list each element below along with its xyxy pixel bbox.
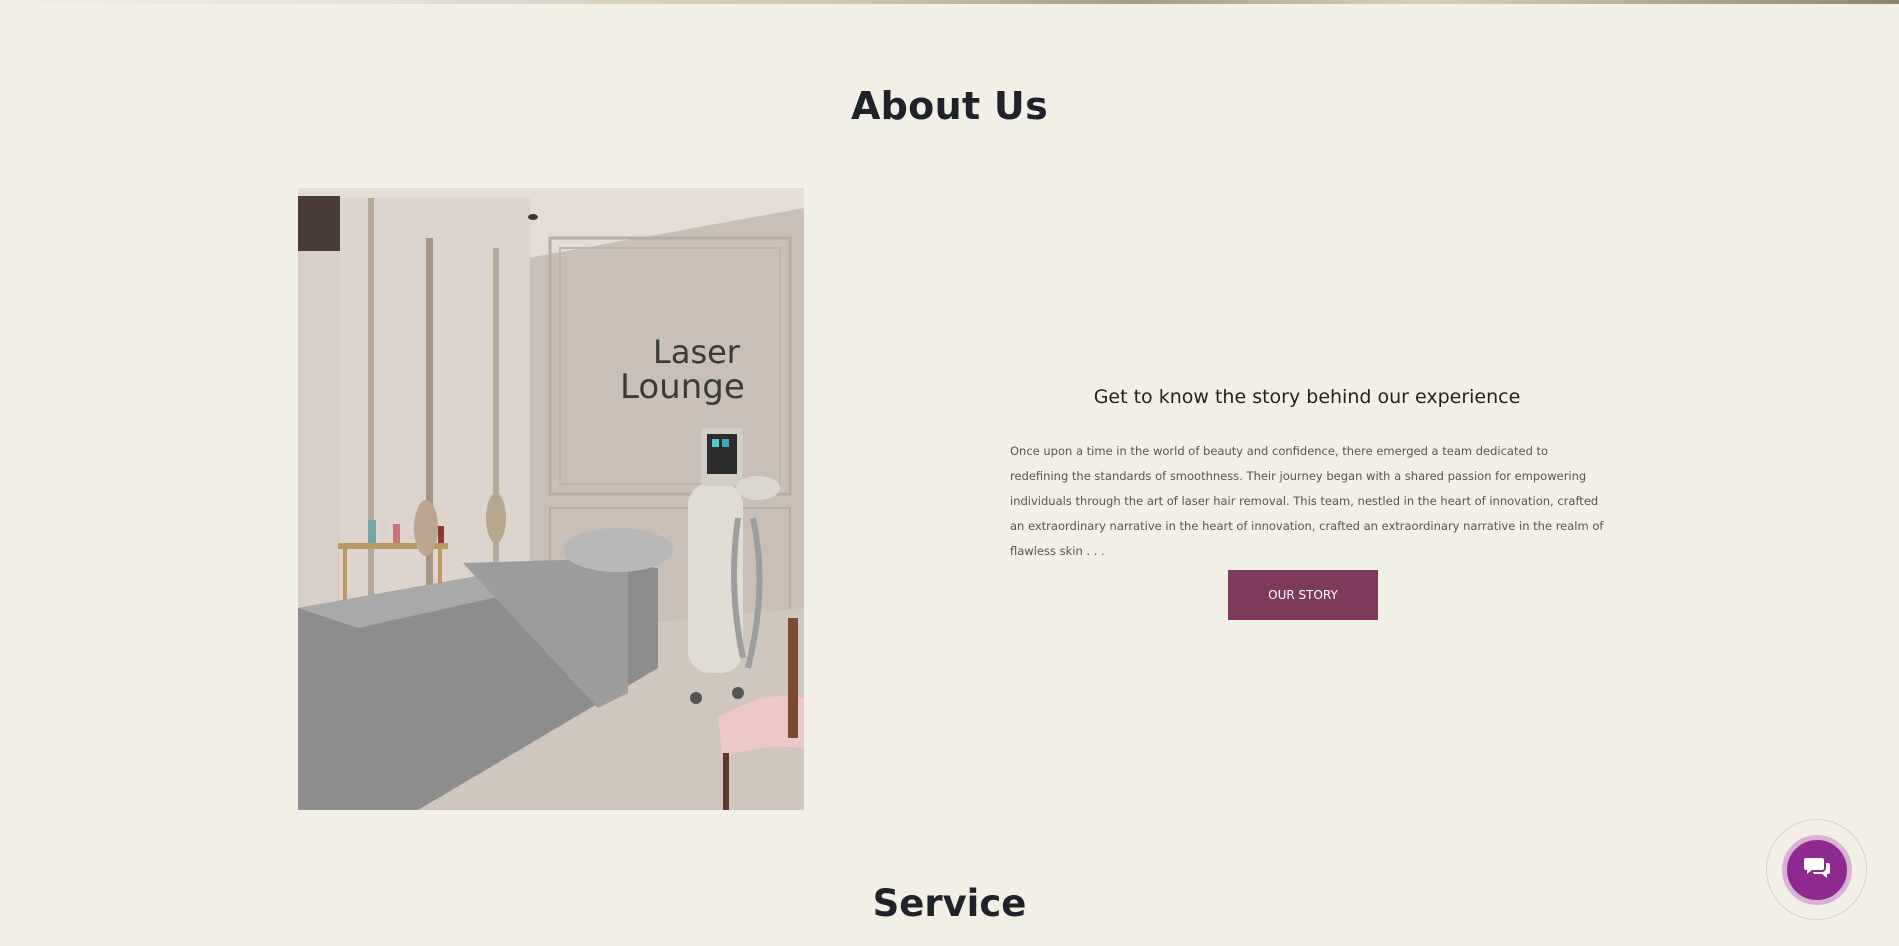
svg-text:Laser: Laser bbox=[653, 333, 741, 371]
story-section: Get to know the story behind our experie… bbox=[1010, 386, 1604, 564]
about-title: About Us bbox=[850, 84, 1049, 128]
our-story-button[interactable]: OUR STORY bbox=[1228, 570, 1378, 620]
chat-button[interactable] bbox=[1781, 834, 1852, 905]
story-text: Once upon a time in the world of beauty … bbox=[1010, 444, 1604, 558]
hero-image-bottom-edge bbox=[0, 0, 1899, 4]
story-title: Get to know the story behind our experie… bbox=[1093, 386, 1521, 408]
chat-widget bbox=[1766, 819, 1867, 920]
chat-bubbles-icon bbox=[1803, 856, 1831, 884]
svg-text:Lounge: Lounge bbox=[620, 367, 745, 407]
service-title: Service bbox=[872, 882, 1027, 925]
about-image: Laser Lounge bbox=[298, 188, 804, 810]
